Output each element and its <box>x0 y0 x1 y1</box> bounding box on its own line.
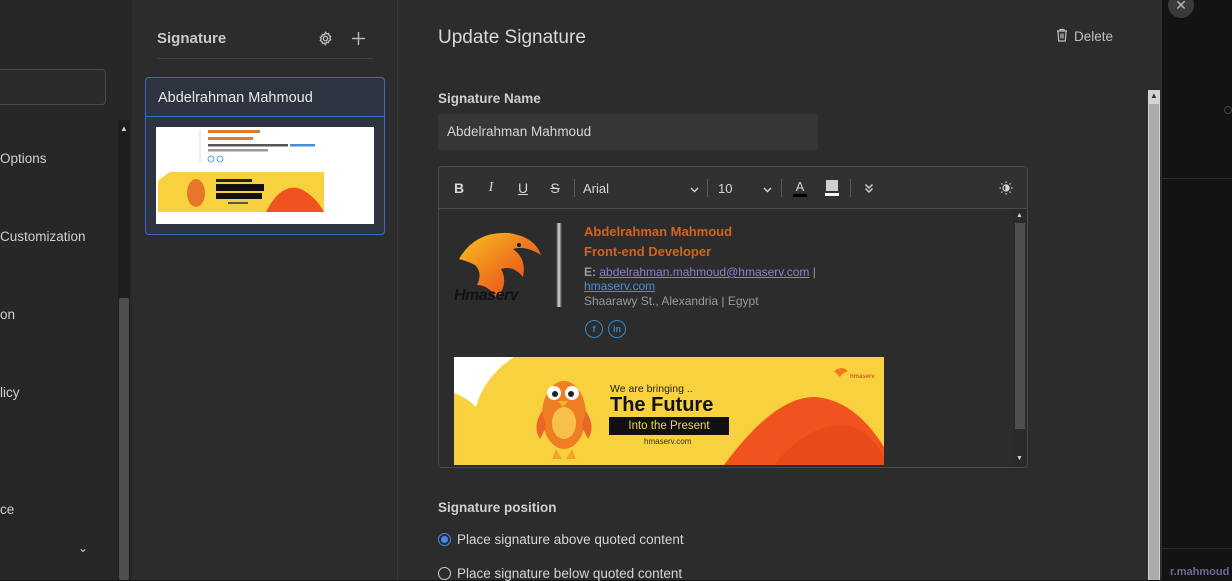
sidebar-item-5[interactable]: ce <box>0 502 14 517</box>
separator: | <box>812 265 816 279</box>
email-link[interactable]: abdelrahman.mahmoud@hmaserv.com <box>599 265 809 279</box>
page-title: Update Signature <box>438 27 586 48</box>
signature-banner-image: We are bringing .. The Future Into the P… <box>454 357 884 465</box>
delete-label: Delete <box>1074 29 1114 44</box>
signature-list-panel: Signature Abdelrahman Mahmoud <box>132 0 398 580</box>
radio-button[interactable] <box>438 567 451 580</box>
sidebar-item-3[interactable]: on <box>0 307 15 322</box>
website-line: hmaserv.com <box>584 279 655 293</box>
highlight-icon <box>826 180 838 191</box>
signature-contact-line: E: abdelrahman.mahmoud@hmaserv.com | <box>584 265 816 279</box>
website-link[interactable]: hmaserv.com <box>584 279 655 293</box>
scrollbar-thumb[interactable] <box>1149 104 1159 580</box>
underline-button[interactable]: U <box>515 178 531 198</box>
email-label: E: <box>584 265 596 279</box>
chevron-down-icon[interactable]: ⌄ <box>78 541 88 555</box>
gear-icon[interactable] <box>315 28 335 48</box>
text-color-swatch <box>793 193 807 197</box>
italic-button[interactable]: I <box>483 178 499 198</box>
signature-address: Shaarawy St., Alexandria | Egypt <box>584 294 759 308</box>
signature-name-label: Signature Name <box>438 91 541 106</box>
text-color-icon: A <box>795 178 805 194</box>
editor-toolbar: B I U S Arial 10 A <box>439 167 1027 209</box>
signature-panel-title: Signature <box>157 30 227 47</box>
company-logo: Hmaserv <box>453 225 543 315</box>
toolbar-divider <box>574 179 575 197</box>
toolbar-divider <box>707 179 708 197</box>
chevron-down-icon <box>690 181 699 196</box>
signature-name-input[interactable]: Abdelrahman Mahmoud <box>438 114 818 150</box>
scrollbar-thumb[interactable] <box>119 298 129 580</box>
radio-button-selected[interactable] <box>438 533 451 546</box>
font-size-value: 10 <box>718 180 733 196</box>
divider <box>1162 548 1232 549</box>
signature-card[interactable]: Abdelrahman Mahmoud <box>145 77 385 235</box>
logo-text: Hmaserv <box>454 287 519 304</box>
font-size-select[interactable]: 10 <box>718 178 772 198</box>
search-input[interactable] <box>0 69 106 105</box>
sidebar-item-options[interactable]: Options <box>0 151 47 166</box>
linkedin-icon[interactable]: in <box>608 320 626 338</box>
chevron-down-icon <box>763 181 772 196</box>
radio-label: Place signature above quoted content <box>457 532 684 547</box>
scroll-up-arrow[interactable]: ▲ <box>1150 91 1158 100</box>
sun-icon <box>1224 106 1232 114</box>
toolbar-divider <box>781 179 782 197</box>
editor-content[interactable]: Hmaserv Abdelrahman Mahmoud Front-end De… <box>439 209 1027 467</box>
font-family-value: Arial <box>583 180 610 196</box>
facebook-icon[interactable]: f <box>585 320 603 338</box>
signature-position-label: Signature position <box>438 500 557 515</box>
divider <box>556 223 562 307</box>
radio-label: Place signature below quoted content <box>457 566 683 581</box>
more-options-icon[interactable] <box>860 178 878 198</box>
divider <box>1162 178 1232 179</box>
delete-button[interactable]: Delete <box>1056 28 1113 45</box>
background-overlay: r.mahmoud <box>1162 0 1232 580</box>
banner-brand: hmaserv <box>850 374 875 380</box>
bold-button[interactable]: B <box>451 178 467 198</box>
signature-card-name: Abdelrahman Mahmoud <box>158 90 313 106</box>
add-signature-button[interactable] <box>348 28 368 48</box>
divider <box>157 58 373 59</box>
signature-preview-thumbnail <box>156 127 374 224</box>
signature-person-name: Abdelrahman Mahmoud <box>584 224 733 239</box>
toolbar-divider <box>850 179 851 197</box>
scroll-up-arrow[interactable]: ▲ <box>120 124 128 133</box>
font-family-select[interactable]: Arial <box>583 178 699 198</box>
radio-position-below[interactable]: Place signature below quoted content <box>438 566 682 581</box>
radio-position-above[interactable]: Place signature above quoted content <box>438 532 684 547</box>
editor-scrollbar[interactable]: ▲ ▼ <box>1013 209 1027 467</box>
signature-editor: B I U S Arial 10 A Hmaserv Abdelrahman M… <box>438 166 1028 468</box>
strikethrough-button[interactable]: S <box>547 178 563 198</box>
settings-sidebar: Options Customization on licy ce ⌄ ▲ <box>0 0 132 580</box>
text-color-button[interactable]: A <box>791 178 809 198</box>
trash-icon <box>1056 28 1068 45</box>
sidebar-item-customization[interactable]: Customization <box>0 229 86 244</box>
highlight-color-swatch <box>825 193 839 196</box>
banner-url: hmaserv.com <box>644 437 692 446</box>
main-scrollbar[interactable]: ▲ <box>1148 90 1160 580</box>
scroll-up-arrow[interactable]: ▲ <box>1016 212 1023 219</box>
update-signature-pane: Update Signature Delete Signature Name A… <box>398 0 1162 581</box>
banner-line-2: The Future <box>610 394 714 416</box>
signature-role: Front-end Developer <box>584 244 712 259</box>
theme-toggle-icon[interactable] <box>997 178 1015 198</box>
background-text: r.mahmoud <box>1170 566 1230 578</box>
banner-line-3: Into the Present <box>628 420 710 432</box>
sidebar-scrollbar[interactable]: ▲ <box>118 120 130 580</box>
sidebar-item-policy[interactable]: licy <box>0 385 20 400</box>
scroll-down-arrow[interactable]: ▼ <box>1016 455 1023 462</box>
scrollbar-thumb[interactable] <box>1015 223 1025 429</box>
highlight-color-button[interactable] <box>823 178 841 198</box>
divider <box>146 116 384 117</box>
